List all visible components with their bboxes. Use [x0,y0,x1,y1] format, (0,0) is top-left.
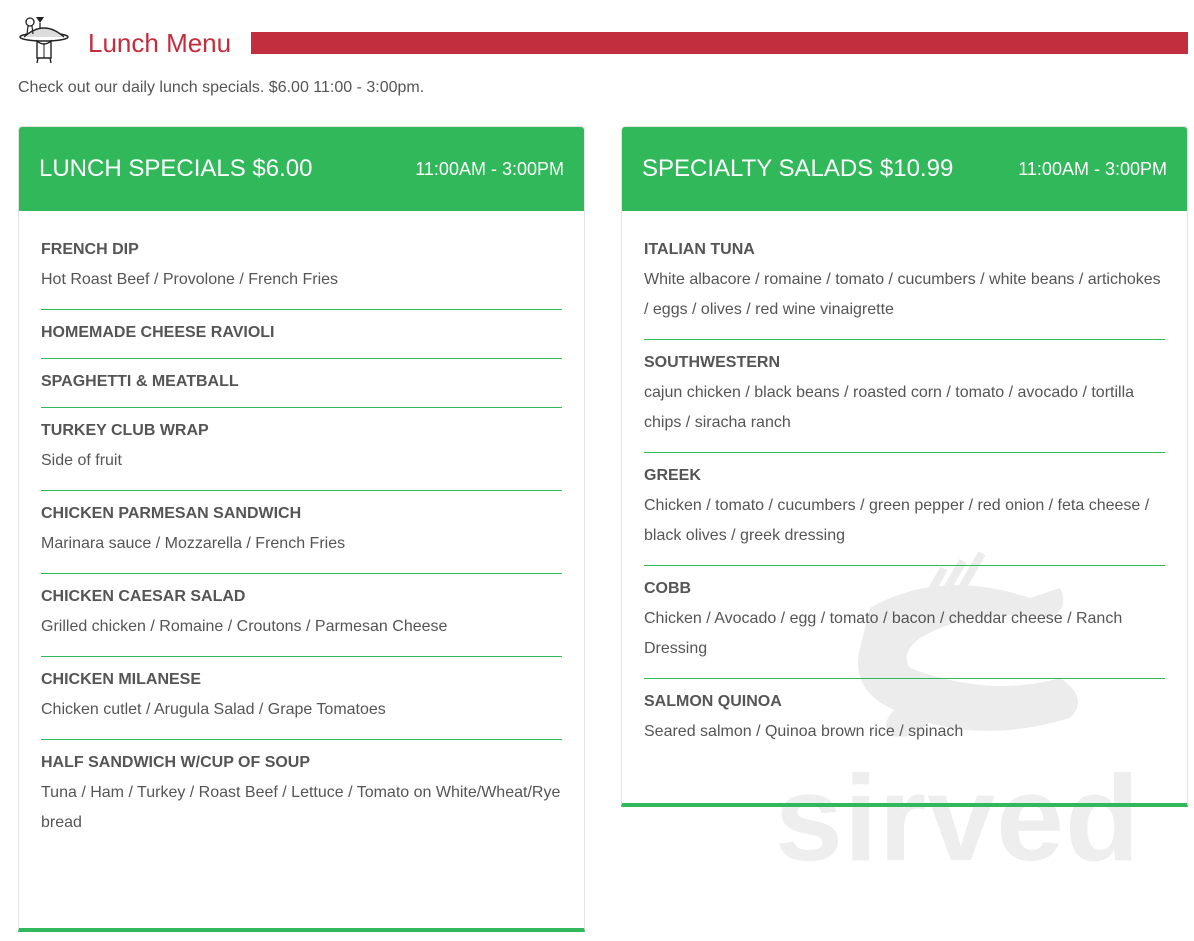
panel-header: LUNCH SPECIALS $6.00 11:00AM - 3:00PM [19,127,584,211]
menu-item-desc: White albacore / romaine / tomato / cucu… [644,271,1161,318]
menu-item-name: CHICKEN MILANESE [41,671,202,688]
menu-item-desc: Chicken / tomato / cucumbers / green pep… [644,497,1150,544]
menu-item: GREEK Chicken / tomato / cucumbers / gre… [644,453,1165,566]
menu-item-name: ITALIAN TUNA [644,241,755,258]
menu-item-name: TURKEY CLUB WRAP [41,422,209,439]
specialty-salads-panel: SPECIALTY SALADS $10.99 11:00AM - 3:00PM… [621,126,1188,807]
menu-item-name: HOMEMADE CHEESE RAVIOLI [41,324,275,341]
menu-item-desc: Hot Roast Beef / Provolone / French Frie… [41,271,339,288]
menu-item-name: GREEK [644,467,701,484]
menu-item-name: SOUTHWESTERN [644,354,780,371]
intro-text: Check out our daily lunch specials. $6.0… [18,79,425,96]
menu-item-name: SPAGHETTI & MEATBALL [41,373,239,390]
page-title: Lunch Menu [88,28,232,58]
menu-item: CHICKEN PARMESAN SANDWICH Marinara sauce… [41,491,562,574]
waiter-serving-platter-icon [18,14,70,64]
menu-item: FRENCH DIP Hot Roast Beef / Provolone / … [41,227,562,310]
menu-item-desc: Seared salmon / Quinoa brown rice / spin… [644,723,964,740]
menu-item-name: FRENCH DIP [41,241,139,258]
menu-item-desc: Grilled chicken / Romaine / Croutons / P… [41,618,448,635]
menu-item: SOUTHWESTERN cajun chicken / black beans… [644,340,1165,453]
section-title: SPECIALTY SALADS $10.99 [642,155,954,182]
menu-item-list: FRENCH DIP Hot Roast Beef / Provolone / … [19,211,584,852]
menu-item-desc: Side of fruit [41,452,122,469]
menu-item-name: COBB [644,580,692,597]
menu-item: TURKEY CLUB WRAP Side of fruit [41,408,562,491]
panel-header: SPECIALTY SALADS $10.99 11:00AM - 3:00PM [622,127,1187,211]
title-rule [251,32,1188,54]
lunch-specials-panel: LUNCH SPECIALS $6.00 11:00AM - 3:00PM FR… [18,126,585,932]
menu-item: HALF SANDWICH W/CUP OF SOUP Tuna / Ham /… [41,740,562,852]
menu-item-name: CHICKEN PARMESAN SANDWICH [41,505,302,522]
menu-item: COBB Chicken / Avocado / egg / tomato / … [644,566,1165,679]
menu-item-desc: Tuna / Ham / Turkey / Roast Beef / Lettu… [41,784,561,831]
menu-item-desc: Chicken / Avocado / egg / tomato / bacon… [644,610,1123,657]
menu-item-list: ITALIAN TUNA White albacore / romaine / … [622,211,1187,761]
menu-item-desc: Chicken cutlet / Arugula Salad / Grape T… [41,701,386,718]
section-hours: 11:00AM - 3:00PM [415,158,564,179]
menu-item-name: CHICKEN CAESAR SALAD [41,588,246,605]
menu-item: SALMON QUINOA Seared salmon / Quinoa bro… [644,679,1165,761]
section-title: LUNCH SPECIALS $6.00 [39,155,313,182]
menu-item-name: HALF SANDWICH W/CUP OF SOUP [41,754,311,771]
menu-item: HOMEMADE CHEESE RAVIOLI [41,310,562,359]
menu-item-desc: cajun chicken / black beans / roasted co… [644,384,1135,431]
menu-item: CHICKEN CAESAR SALAD Grilled chicken / R… [41,574,562,657]
menu-item-name: SALMON QUINOA [644,693,782,710]
menu-item: ITALIAN TUNA White albacore / romaine / … [644,227,1165,340]
menu-item: CHICKEN MILANESE Chicken cutlet / Arugul… [41,657,562,740]
section-hours: 11:00AM - 3:00PM [1018,158,1167,179]
menu-item-desc: Marinara sauce / Mozzarella / French Fri… [41,535,346,552]
menu-item: SPAGHETTI & MEATBALL [41,359,562,408]
